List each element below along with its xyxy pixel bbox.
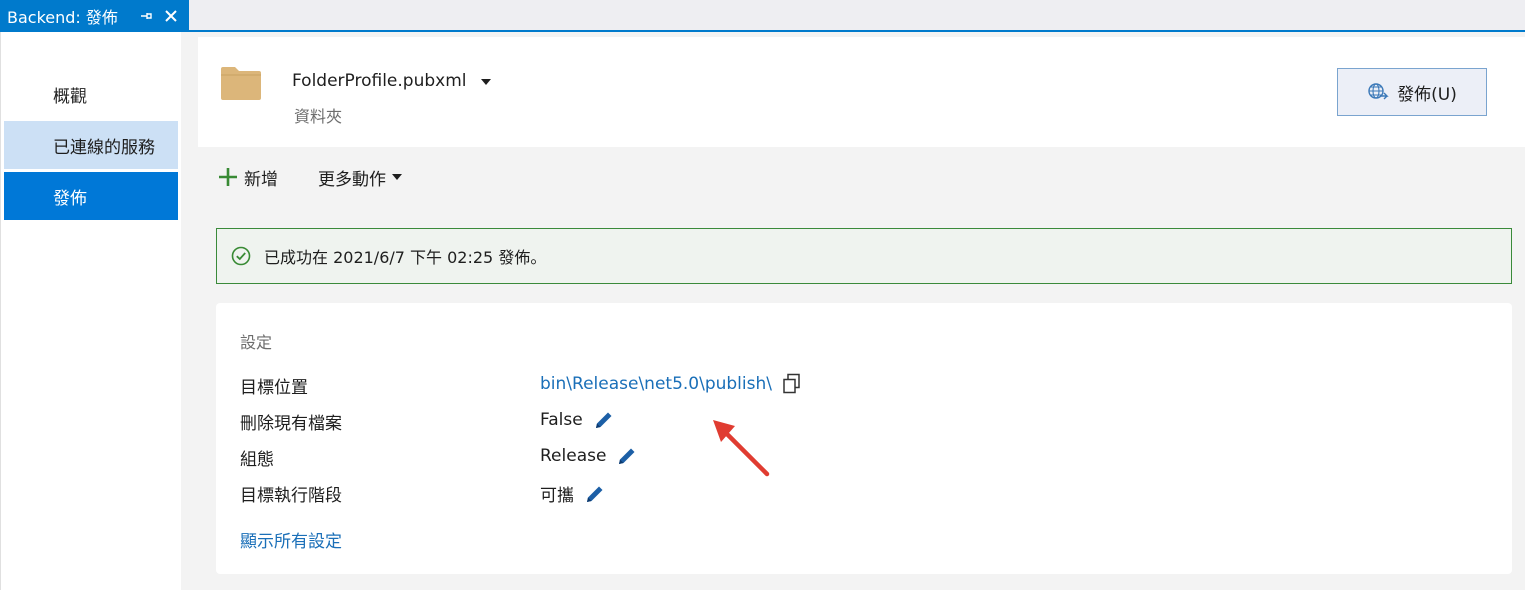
sidebar-item-connected-services[interactable]: 已連線的服務: [4, 121, 178, 169]
setting-value-text: False: [540, 410, 583, 430]
chevron-down-icon: [392, 174, 402, 180]
publish-button-label: 發佈(U): [1397, 84, 1457, 105]
plus-icon: [219, 168, 237, 186]
setting-label: 刪除現有檔案: [240, 414, 342, 434]
profile-name-dropdown[interactable]: FolderProfile.pubxml: [292, 71, 467, 91]
pin-icon[interactable]: [138, 8, 154, 24]
setting-value-text: 可攜: [540, 486, 574, 506]
folder-icon: [221, 67, 261, 100]
setting-row-target-location: 目標位置 bin\Release\net5.0\publish\: [240, 370, 1480, 398]
settings-card: 設定 目標位置 bin\Release\net5.0\publish\ 刪除現有…: [216, 303, 1512, 574]
sidebar-item-label: 發佈: [53, 188, 87, 209]
sidebar-item-publish[interactable]: 發佈: [4, 172, 178, 220]
setting-label: 組態: [240, 450, 274, 470]
more-actions-label: 更多動作: [318, 169, 386, 190]
pencil-icon[interactable]: [616, 445, 638, 467]
document-tab-strip: Backend: 發佈: [0, 0, 1525, 32]
profile-header: FolderProfile.pubxml 資料夾 發佈(U): [198, 37, 1525, 147]
sidebar-item-label: 概觀: [53, 86, 87, 107]
more-actions-dropdown[interactable]: 更多動作: [318, 165, 402, 190]
document-tab[interactable]: Backend: 發佈: [0, 0, 189, 32]
sidebar: 概觀 已連線的服務 發佈: [0, 32, 181, 590]
sidebar-item-overview[interactable]: 概觀: [4, 70, 178, 118]
copy-icon[interactable]: [782, 373, 802, 395]
setting-value: False: [540, 409, 615, 431]
document-tab-title: Backend: 發佈: [7, 8, 118, 27]
globe-publish-icon: [1368, 83, 1389, 100]
profile-type: 資料夾: [294, 107, 343, 126]
close-icon[interactable]: [162, 7, 180, 25]
chevron-down-icon[interactable]: [481, 79, 491, 85]
setting-value-text: Release: [540, 446, 607, 466]
check-circle-icon: [231, 246, 251, 266]
setting-value: Release: [540, 445, 638, 467]
setting-row-delete-existing-files: 刪除現有檔案 False: [240, 406, 1480, 434]
add-button[interactable]: 新增: [218, 165, 278, 190]
main-content: FolderProfile.pubxml 資料夾 發佈(U) 新增 更多動作 已…: [181, 32, 1525, 590]
setting-label: 目標位置: [240, 378, 308, 398]
publish-button[interactable]: 發佈(U): [1337, 68, 1487, 116]
status-banner: 已成功在 2021/6/7 下午 02:25 發佈。: [216, 228, 1512, 284]
setting-value: 可攜: [540, 481, 606, 506]
add-button-label: 新增: [244, 169, 278, 190]
status-message: 已成功在 2021/6/7 下午 02:25 發佈。: [264, 248, 547, 267]
setting-label: 目標執行階段: [240, 486, 342, 506]
pencil-icon[interactable]: [593, 409, 615, 431]
pencil-icon[interactable]: [584, 483, 606, 505]
setting-row-target-runtime: 目標執行階段 可攜: [240, 478, 1480, 506]
annotation-arrow-icon: [713, 420, 770, 477]
toolbar: 新增 更多動作: [218, 162, 402, 192]
setting-row-configuration: 組態 Release: [240, 442, 1480, 470]
show-all-settings-link[interactable]: 顯示所有設定: [240, 527, 342, 552]
sidebar-item-label: 已連線的服務: [53, 137, 155, 158]
settings-title: 設定: [240, 333, 273, 352]
